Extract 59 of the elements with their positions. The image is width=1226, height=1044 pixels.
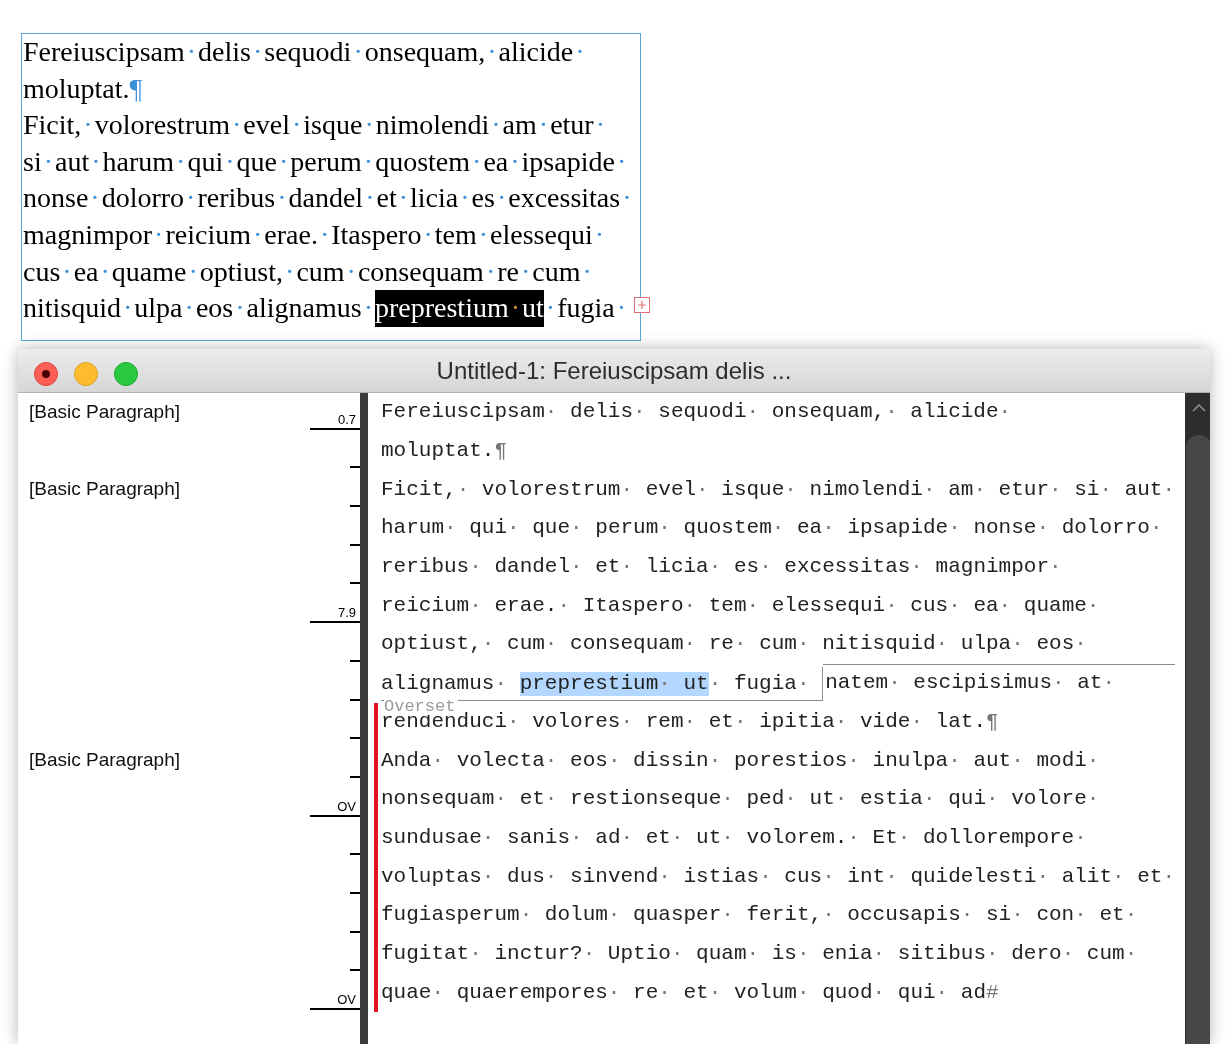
text-line: reribus· dandel· et· licia· es· excessitas· magnimpor· [381,555,1062,580]
overset-label: Overset [384,697,459,715]
text-line: reicium· erae.· Itaspero· tem· elessequi· cus· ea· quame· [381,593,1100,618]
text-line: magnimpor·reicium·erae.·Itaspero·tem·elessequi· [23,218,606,250]
depth-label: 0.7 [337,412,356,427]
paragraph-style-label: [Basic Paragraph] [28,748,181,773]
text-run: ·fugia· [544,291,627,326]
text-run: preprestium· ut [519,671,709,696]
zoom-button[interactable] [114,362,138,386]
text-run: nitisquid·ulpa·eos·alignamus· [23,291,374,326]
depth-tick [350,698,360,701]
text-line: optiust,· cum· consequam· re· cum· nitisquid· ulpa· eos· [381,632,1087,657]
text-line: nonsequam· et· restionseque· ped· ut· estia· qui· volore· [381,787,1100,812]
text-line: Ficit,·volorestrum·evel·isque·nimolendi·am·etur· [23,109,606,141]
depth-label: OV [337,799,356,814]
depth-tick [350,853,360,856]
depth-tick [350,505,360,508]
depth-tick [350,543,360,546]
text-line: moluptat.¶ [381,439,508,464]
depth-label: OV [337,993,356,1007]
paragraph-style-label: [Basic Paragraph] [28,477,181,502]
depth-tick [310,814,360,817]
depth-tick [310,621,360,624]
depth-tick [350,582,360,585]
depth-tick [350,891,360,894]
text-run: natem· escipisimus· at· [825,670,1116,695]
text-line: fugiasperum· dolum· quasper· ferit,· occusapis· si· con· et· [381,903,1138,928]
text-line: cus·ea·quame·optiust,·cum·consequam·re·cum· [23,255,593,287]
text-line: Fereiuscipsam·delis·sequodi·onsequam,·alicide· [23,36,586,67]
text-run: · fugia· [708,671,811,696]
text-line: si·aut·harum·qui·que·perum·quostem·ea·ipsapide· [23,145,628,177]
paragraph-style-label: [Basic Paragraph] [28,400,181,425]
depth-tick [350,775,360,778]
scroll-up-icon[interactable] [1192,403,1207,412]
text-frame[interactable] [21,33,641,341]
text-line: Fereiuscipsam· delis· sequodi· onsequam,· alicide· [381,400,1012,425]
depth-tick [350,659,360,662]
text-line: quae· quaerempores· re· et· volum· quod· qui· ad# [381,980,999,1005]
depth-tick [310,1008,360,1010]
text-line: harum· qui· que· perum· quostem· ea· ipsapide· nonse· dolorro· [381,516,1163,541]
text-line: fugitat· inctur?· Uptio· quam· is· enia· sitibus· dero· cum· [381,941,1138,966]
depth-tick [350,930,360,933]
text-run: alignamus· [381,671,509,696]
depth-tick [350,466,360,469]
depth-tick [350,737,360,740]
depth-tick [350,969,360,972]
depth-tick [310,427,360,430]
minimize-button[interactable] [74,362,98,386]
overset-plus-icon[interactable] [634,297,650,313]
text-line: nonse·dolorro·reribus·dandel·et·licia·es·excessitas· [23,182,633,214]
text-run: preprestium·ut [374,290,544,327]
close-button[interactable] [34,362,58,386]
depth-label: 7.9 [337,606,356,621]
text-line: moluptat.¶ [23,72,143,104]
window-title: Untitled-1: Fereiuscipsam delis ... [436,355,792,386]
text-line: Ficit,· volorestrum· evel· isque· nimolendi· am· etur· si· aut· [381,477,1176,502]
text-line: Anda· volecta· eos· dissin· porestios· inulpa· aut· modi· [381,748,1100,773]
text-line: voluptas· dus· sinvend· istias· cus· int· quidelesti· alit· et· [381,864,1176,889]
text-line: sundusae· sanis· ad· et· ut· volorem.· Et· dollorempore· [381,825,1087,850]
